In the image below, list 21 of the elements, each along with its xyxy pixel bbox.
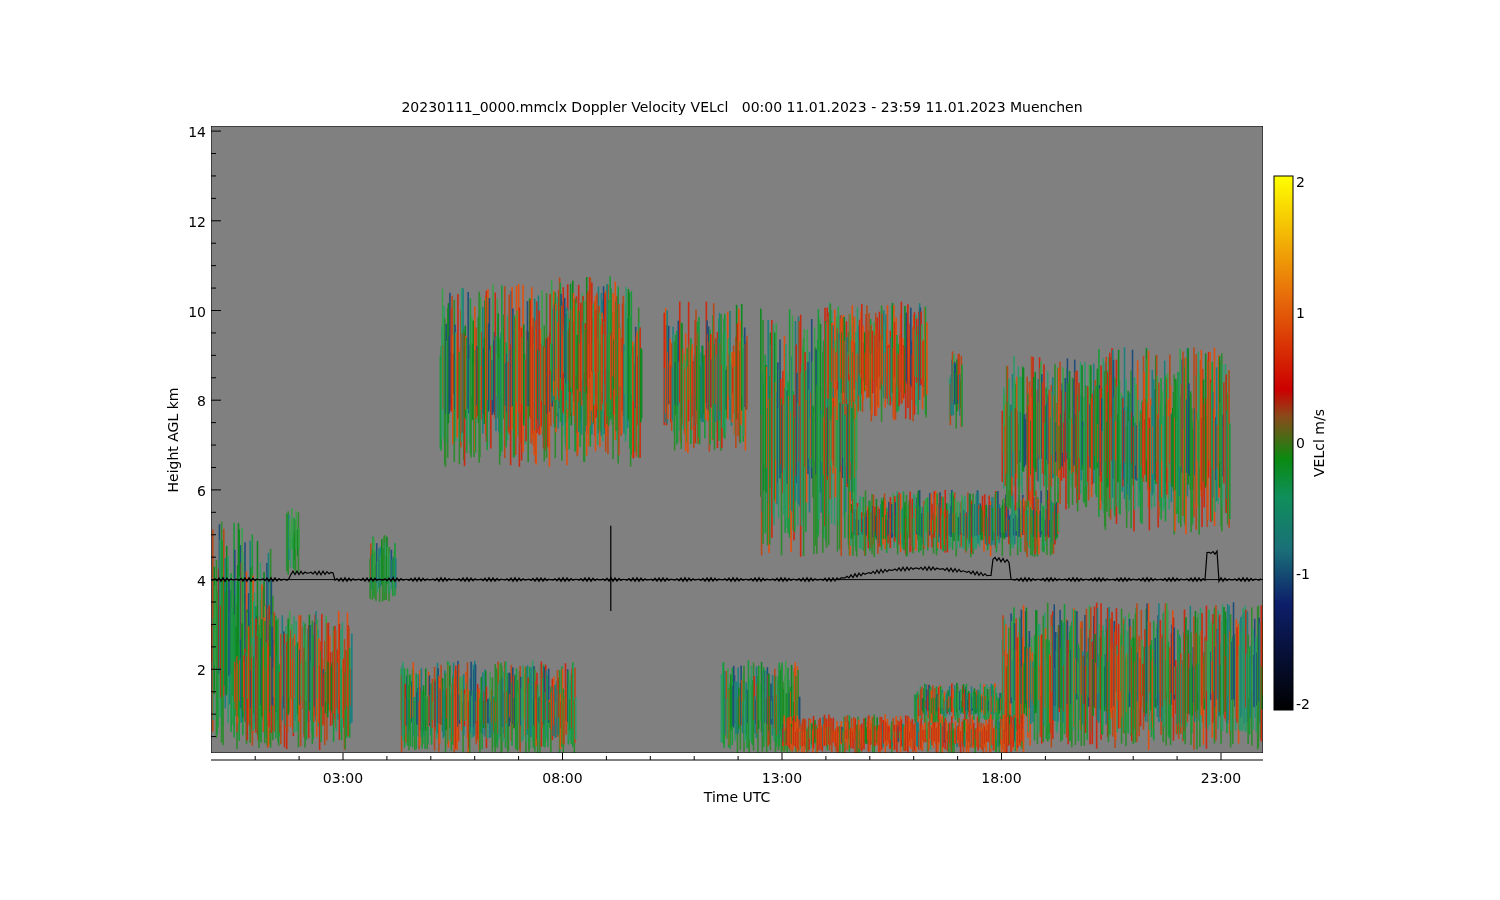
colorbar-tick-label: -1 — [1296, 565, 1310, 582]
y-tick-label: 12 — [188, 213, 206, 230]
y-tick-label: 14 — [188, 124, 206, 141]
x-tick-label: 18:00 — [981, 770, 1022, 786]
y-tick-label: 6 — [197, 482, 206, 499]
colorbar-label: VELcl m/s — [1311, 409, 1327, 477]
x-axis-label: Time UTC — [703, 789, 771, 805]
x-tick-label: 23:00 — [1200, 770, 1242, 786]
y-tick-label: 10 — [188, 303, 206, 320]
colorbar-tick-label: -2 — [1296, 696, 1310, 712]
y-tick-label: 8 — [197, 393, 206, 410]
x-tick-label: 03:00 — [322, 770, 364, 786]
colorbar-tick-label: 2 — [1296, 174, 1305, 190]
x-tick-label: 08:00 — [542, 770, 583, 786]
colorbar-tick-label: 0 — [1296, 435, 1305, 451]
y-tick-label: 4 — [197, 572, 206, 589]
chart-title: 20230111_0000.mmclx Doppler Velocity VELcl 00:00 11.01.2023 - 23:59 11.01.2023 Muenchen — [401, 99, 1083, 115]
colorbar-tick-label: 1 — [1296, 304, 1305, 321]
x-tick-label: 13:00 — [761, 770, 803, 786]
y-axis-label: Height AGL km — [165, 387, 181, 493]
y-tick-label: 2 — [197, 662, 206, 679]
